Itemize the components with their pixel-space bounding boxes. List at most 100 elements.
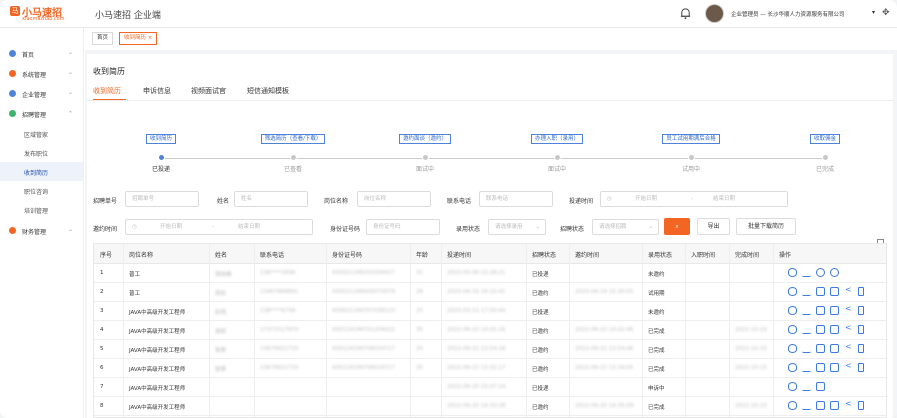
sidebar-item-finance[interactable]: 财务管理 ⌄ [0,221,84,240]
eye-icon[interactable] [788,401,797,410]
bell-icon[interactable] [679,7,692,20]
share-icon[interactable] [844,342,853,353]
batch-download-button[interactable]: 批量下载简历 [736,218,796,235]
chevron-down-icon: ⌄ [68,69,74,76]
eye-icon[interactable] [788,344,797,353]
download-icon[interactable] [802,401,811,410]
sidebar-subitem-job-consult[interactable]: 职位咨询 [0,181,84,200]
deliver-time-label: 投递时间 [569,198,594,205]
table-row: 8 JAVA中高级开发工程师 2022-09-20 14:33:28 已邀约 2022-… [94,397,886,416]
search-button[interactable]: ⌕ [664,218,690,235]
tag-received-resumes[interactable]: 收到简历 × [119,32,158,45]
export-button[interactable]: 导出 [697,218,730,235]
tab-sms-template[interactable]: 短信通知模板 [247,86,289,96]
close-circle-icon[interactable] [830,268,839,277]
sidebar-item-recruit[interactable]: 招聘管理 ⌄ [0,104,84,123]
eye-icon[interactable] [788,382,797,391]
avatar[interactable] [705,4,724,23]
id-no-input[interactable]: 身份证号码 [366,219,440,235]
recruit-status-select[interactable]: 请选择招聘 ⌄ [592,219,659,235]
table-row: 1 普工 周晓峰 138****2698 430321199203204417 31 202… [94,264,886,283]
phone-icon[interactable] [858,306,864,315]
chevron-down-icon: ⌄ [535,224,540,230]
table-cell-hire: 未邀约 [648,310,665,316]
sidebar-item-label: 首页 [22,52,35,59]
document-icon[interactable] [816,401,825,410]
document-icon[interactable] [816,287,825,296]
tab-video-interviewer[interactable]: 视频面试官 [191,86,226,96]
column-header: 年龄 [416,252,429,259]
document-icon[interactable] [816,325,825,334]
sidebar-subitem-region[interactable]: 区域管家 [0,124,84,143]
sidebar-subitem-received-resumes[interactable]: 收到简历 [0,162,84,181]
share-icon[interactable] [844,323,853,334]
table-cell-hire: 试用期 [648,291,665,297]
sidebar-subitem-training[interactable]: 培训管理 [0,200,84,219]
share-icon[interactable] [844,304,853,315]
download-icon[interactable] [802,344,811,353]
sidebar-item-company[interactable]: 企业管理 ⌄ [0,84,84,103]
document-icon[interactable] [816,306,825,315]
download-icon[interactable] [802,287,811,296]
sidebar-item-home[interactable]: 首页 ⌄ [0,44,84,63]
share-icon[interactable] [844,285,853,296]
phone-icon[interactable] [858,401,864,410]
export-icon[interactable] [830,325,839,334]
step-dot [554,154,561,161]
logo[interactable]: 马 小马速招 xiaomazhao.com [10,4,88,24]
export-icon[interactable] [830,306,839,315]
column-header: 招聘状态 [532,252,557,259]
download-icon[interactable] [802,382,811,391]
invite-time-range[interactable]: ◷ 开始日期 - 结束日期 [125,219,313,235]
download-icon[interactable] [802,306,811,315]
phone-icon[interactable] [858,325,864,334]
chevron-down-icon[interactable]: ▾ [872,9,875,16]
eye-icon[interactable] [788,268,797,277]
move-icon[interactable]: ✥ [882,8,890,18]
eye-icon[interactable] [788,325,797,334]
process-steps: 收到简历 已投递 筛选简历（查看/下载） 已查看 邀约面谈（邀约） 面试中 办理… [87,134,893,194]
name-input[interactable]: 姓名 [234,191,308,207]
app-window: 马 小马速招 xiaomazhao.com 小马速招 企业端 企业管理员 — 长… [0,0,897,418]
export-icon[interactable] [830,363,839,372]
step-box: 邀约面谈（邀约） [398,134,451,144]
export-icon[interactable] [830,401,839,410]
sidebar-subitem-post-job[interactable]: 发布职位 [0,143,84,162]
table-cell-done: 2022-10-15 [735,346,767,352]
document-icon[interactable] [816,363,825,372]
step-4: 办理入职（录用） 面试中 [517,134,597,173]
phone-input[interactable]: 联系电话 [479,191,553,207]
deliver-time-range[interactable]: ◷ 开始日期 - 结束日期 [600,191,788,207]
position-input[interactable]: 岗位名称 [357,191,431,207]
download-icon[interactable] [802,363,811,372]
export-icon[interactable] [830,344,839,353]
hire-status-select[interactable]: 请选择录用 ⌄ [488,219,546,235]
table-cell-id: 430124199706024717 [332,365,395,371]
tag-home[interactable]: 首页 [92,32,114,45]
sidebar-item-system[interactable]: 系统管理 ⌄ [0,64,84,83]
sidebar-subitem-label: 发布职位 [24,151,49,158]
check-circle-icon[interactable] [816,268,825,277]
table-cell-status: 已投递 [532,386,549,392]
phone-icon[interactable] [858,287,864,296]
table-cell-done: 2022-10-15 [735,403,767,409]
download-icon[interactable] [802,268,811,277]
phone-icon[interactable] [858,363,864,372]
eye-icon[interactable] [788,363,797,372]
tab-appeals[interactable]: 申诉信息 [143,86,171,96]
document-icon[interactable] [816,344,825,353]
table-cell-time: 2023-03-13 17:50:44 [447,308,506,314]
share-icon[interactable] [844,399,853,410]
eye-icon[interactable] [788,287,797,296]
export-icon[interactable] [830,287,839,296]
document-icon[interactable] [816,382,825,391]
share-icon[interactable] [844,361,853,372]
user-name[interactable]: 企业管理员 — 长沙华顺人力资源服务有限公司 [731,10,845,18]
download-icon[interactable] [802,325,811,334]
table-cell-status: 已邀约 [532,367,549,373]
phone-icon[interactable] [858,344,864,353]
eye-icon[interactable] [788,306,797,315]
row-actions [788,382,830,393]
tab-received-resumes[interactable]: 收到简历 [93,86,121,96]
recruit-no-input[interactable]: 招聘单号 [125,191,199,207]
